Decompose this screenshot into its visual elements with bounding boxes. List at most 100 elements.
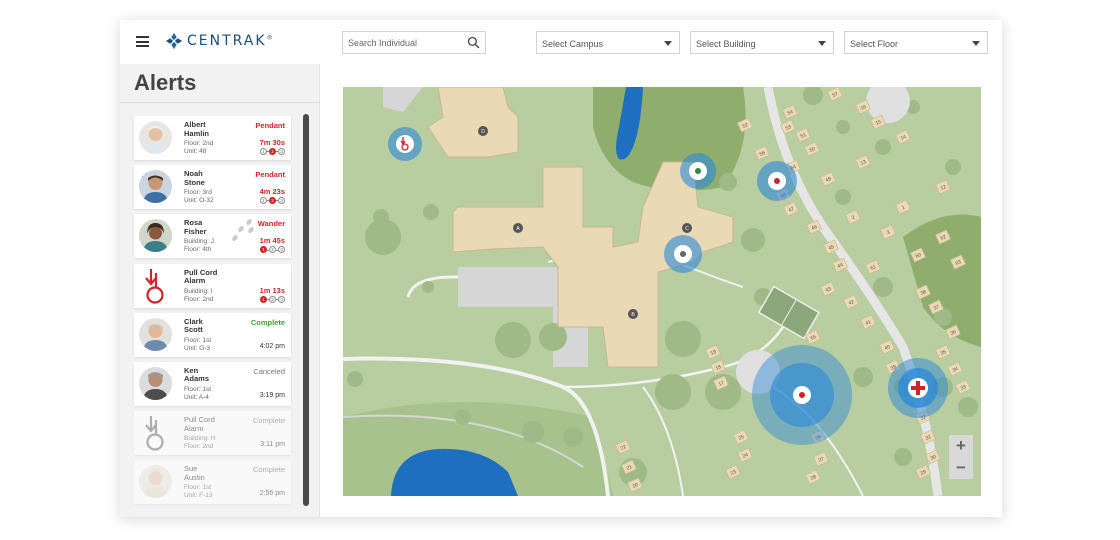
step-2: 2 [269, 295, 276, 303]
zoom-out-button[interactable]: − [949, 457, 973, 479]
building-select-label: Select Building [696, 39, 756, 49]
alert-status: Complete [250, 317, 285, 327]
alert-location: Floor: 1st Unit: F-13 [184, 484, 213, 500]
alert-status: Complete [252, 416, 285, 426]
chevron-down-icon [818, 41, 826, 46]
alert-card[interactable]: Clark Scott Floor: 1st Unit: G-3 Complet… [134, 312, 291, 357]
avatar [139, 317, 172, 351]
avatar [139, 366, 172, 400]
divider [120, 102, 320, 103]
alert-time: 3:19 pm [259, 391, 285, 399]
alert-time: 3:11 pm [260, 441, 285, 449]
alert-beacon-red[interactable] [757, 161, 797, 201]
alerts-sidebar: Alerts Albert Hamlin Floor: 2nd Unit: 48… [120, 64, 320, 517]
chevron-down-icon [972, 41, 980, 46]
alert-timer: 7m 30s [259, 138, 285, 147]
pull-cord-icon [400, 137, 409, 151]
step-3: 3 [278, 148, 285, 155]
alert-location: Floor: 3rd Unit: O-32 [184, 189, 214, 205]
alert-list-scrollbar[interactable] [303, 114, 309, 506]
alert-card[interactable]: Pull Cord Alarm Building: H Floor: 2nd C… [134, 411, 291, 456]
building-label-c: C [685, 226, 689, 232]
floor-select[interactable]: Select Floor [844, 31, 988, 54]
alert-card[interactable]: Albert Hamlin Floor: 2nd Unit: 48 Pendan… [134, 116, 291, 160]
escalation-steps: 1 2 3 [260, 197, 285, 205]
alert-location: Floor: 2nd Unit: 48 [184, 140, 214, 155]
alert-location: Building: I Floor: 2nd [184, 287, 214, 303]
zoom-in-button[interactable]: + [949, 435, 973, 457]
alert-status: Complete [252, 465, 285, 475]
alert-name: Albert Hamlin [184, 120, 210, 138]
centrak-logo-icon [165, 32, 183, 50]
alert-timer: 4m 23s [259, 187, 285, 197]
step-2: 2 [269, 197, 276, 205]
campus-map[interactable]: A B C D 57545352515056494847464544434241… [343, 87, 981, 496]
escalation-steps: 1 2 3 [260, 246, 285, 254]
search-input[interactable] [343, 32, 461, 53]
avatar [139, 219, 172, 253]
escalation-steps: 1 2 3 [260, 148, 285, 155]
alert-card[interactable]: Ken Adams Floor: 1st Unit: A-4 Canceled … [134, 361, 291, 406]
alert-name: Noah Stone [184, 169, 205, 187]
step-1: 1 [260, 197, 267, 205]
top-bar: CENTRAK® Select Campus Select Building S… [120, 20, 1002, 64]
alert-location: Floor: 1st Unit: G-3 [184, 336, 212, 352]
alert-beacon-medical[interactable] [888, 358, 948, 418]
alert-timer: 1m 45s [259, 236, 285, 246]
alert-status: Pendant [255, 121, 285, 130]
campus-select-label: Select Campus [542, 39, 604, 49]
step-1: 1 [260, 246, 267, 254]
avatar [139, 170, 172, 204]
alert-location: Building: J Floor: 4th [184, 238, 214, 254]
brand-logo: CENTRAK® [165, 32, 273, 50]
alert-card[interactable]: Rosa Fisher Building: J Floor: 4th Wande… [134, 214, 291, 259]
search-icon[interactable] [467, 36, 480, 49]
zoom-controls: + − [949, 435, 973, 479]
step-3: 3 [278, 295, 285, 303]
step-2: 2 [269, 148, 276, 155]
app-window: CENTRAK® Select Campus Select Building S… [120, 20, 1002, 517]
alert-timer: 1m 13s [259, 285, 285, 295]
alert-name: Pull Cord Alarm [184, 267, 218, 286]
map-canvas[interactable]: A B C D 57545352515056494847464544434241… [343, 87, 981, 496]
alert-status: Pendant [255, 170, 285, 180]
alert-card[interactable]: Pull Cord Alarm Building: I Floor: 2nd 1… [134, 263, 291, 308]
scrollbar-thumb[interactable] [303, 114, 309, 506]
alert-name: Rosa Fisher [184, 218, 207, 236]
step-3: 3 [278, 197, 285, 205]
building-label-d: D [481, 129, 485, 135]
alert-name: Pull Cord Alarm [184, 415, 215, 433]
brand-name: CENTRAK® [187, 33, 273, 49]
alert-list: Albert Hamlin Floor: 2nd Unit: 48 Pendan… [134, 116, 293, 510]
search-box [342, 31, 486, 54]
floor-select-label: Select Floor [850, 39, 899, 49]
alert-beacon-gray[interactable] [664, 235, 702, 273]
alert-beacon-green[interactable] [680, 153, 716, 189]
step-3: 3 [278, 246, 285, 254]
building-select[interactable]: Select Building [690, 31, 834, 54]
alert-location: Building: H Floor: 2nd [184, 435, 216, 451]
alert-name: Ken Adams [184, 365, 210, 384]
sidebar-title: Alerts [134, 70, 197, 95]
alert-time: 2:56 pm [259, 490, 285, 498]
alert-name: Sue Austin [184, 464, 205, 482]
avatar [139, 465, 172, 499]
alert-status: Canceled [253, 366, 285, 376]
alert-beacon-large[interactable] [752, 345, 852, 445]
avatar [139, 121, 172, 154]
alert-name: Clark Scott [184, 316, 203, 335]
campus-select[interactable]: Select Campus [536, 31, 680, 54]
step-1: 1 [260, 148, 267, 155]
alert-card[interactable]: Noah Stone Floor: 3rd Unit: O-32 Pendant… [134, 165, 291, 210]
alert-card[interactable]: Sue Austin Floor: 1st Unit: F-13 Complet… [134, 460, 291, 505]
step-2: 2 [269, 246, 276, 254]
alert-status: Wander [257, 219, 285, 229]
alert-time: 4:02 pm [259, 342, 285, 350]
pull-cord-icon [145, 416, 164, 451]
menu-icon[interactable] [136, 36, 149, 47]
step-1: 1 [260, 295, 267, 303]
pull-cord-icon [145, 268, 164, 304]
alert-location: Floor: 1st Unit: A-4 [184, 385, 212, 401]
escalation-steps: 1 2 3 [260, 295, 285, 303]
alert-beacon-pull-cord[interactable] [388, 127, 422, 161]
